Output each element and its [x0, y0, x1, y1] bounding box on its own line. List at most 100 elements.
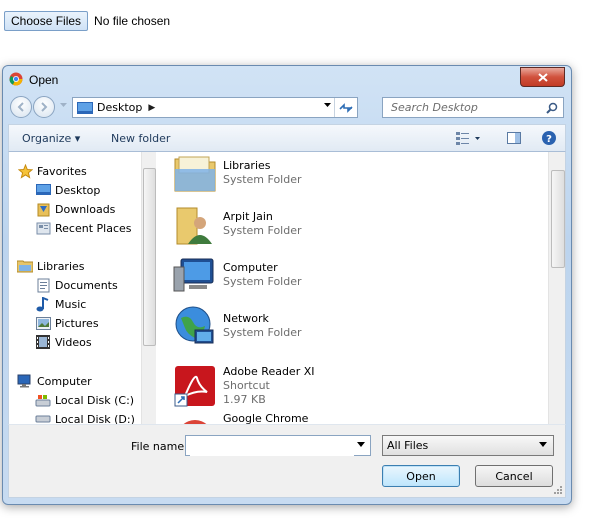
- title-bar[interactable]: Open: [3, 66, 571, 92]
- adobe-reader-icon: [173, 364, 217, 408]
- file-item-network[interactable]: Network System Folder: [173, 302, 302, 350]
- recent-places-icon: [35, 220, 51, 236]
- new-folder-button[interactable]: New folder: [111, 132, 170, 145]
- nav-label: Local Disk (D:): [55, 412, 135, 425]
- dialog-title: Open: [29, 73, 59, 87]
- network-globe-icon: [173, 304, 217, 348]
- chrome-icon: [9, 72, 23, 86]
- close-icon: [537, 72, 548, 82]
- file-item-user[interactable]: Arpit Jain System Folder: [173, 200, 302, 248]
- nav-desktop[interactable]: Desktop: [35, 181, 100, 199]
- computer-icon: [173, 253, 217, 297]
- nav-computer[interactable]: Computer: [17, 372, 92, 390]
- nav-recent-places[interactable]: Recent Places: [35, 219, 132, 237]
- cancel-button[interactable]: Cancel: [475, 465, 553, 487]
- view-options-icon[interactable]: [455, 130, 481, 146]
- search-box[interactable]: [382, 97, 564, 118]
- chevron-down-icon[interactable]: [357, 442, 365, 447]
- file-type: System Folder: [223, 275, 302, 288]
- file-list-scrollbar[interactable]: [548, 152, 565, 424]
- back-button[interactable]: [10, 96, 32, 118]
- organize-button[interactable]: Organize ▾: [22, 132, 80, 145]
- forward-button[interactable]: [33, 96, 55, 118]
- file-name-field[interactable]: [185, 435, 371, 456]
- search-input[interactable]: [389, 100, 543, 115]
- drive-d-icon: [35, 411, 51, 424]
- nav-label: Desktop: [55, 183, 101, 197]
- breadcrumb-arrow-icon[interactable]: ▶: [148, 103, 155, 113]
- resize-grip-icon[interactable]: [553, 485, 563, 495]
- nav-local-disk-c[interactable]: Local Disk (C:): [35, 391, 134, 409]
- nav-favorites[interactable]: Favorites: [17, 162, 87, 180]
- open-dialog: Open Desktop ▶ Organize ▾ New folder: [2, 65, 572, 505]
- file-name: Libraries: [223, 159, 271, 172]
- close-button[interactable]: [520, 67, 565, 87]
- open-button[interactable]: Open: [382, 465, 460, 487]
- user-folder-icon: [173, 202, 217, 246]
- nav-label: Recent Places: [55, 221, 132, 235]
- nav-label: Downloads: [55, 202, 116, 216]
- chevron-down-icon: [539, 442, 547, 447]
- help-icon[interactable]: ?: [541, 130, 557, 146]
- music-icon: [35, 296, 51, 312]
- svg-text:?: ?: [546, 134, 552, 145]
- nav-label: Videos: [55, 335, 92, 349]
- refresh-icon: [339, 102, 353, 113]
- preview-pane-icon[interactable]: [506, 130, 522, 146]
- videos-icon: [35, 334, 51, 350]
- file-item-libraries[interactable]: Libraries System Folder: [173, 152, 302, 197]
- arrow-left-icon: [17, 102, 24, 112]
- nav-documents[interactable]: Documents: [35, 276, 118, 294]
- nav-libraries[interactable]: Libraries: [17, 257, 85, 275]
- nav-local-disk-d[interactable]: Local Disk (D:): [35, 410, 135, 424]
- file-name-label: File name:: [131, 440, 188, 453]
- toolbar: Organize ▾ New folder ?: [8, 124, 566, 152]
- choose-files-button[interactable]: Choose Files: [4, 11, 89, 31]
- nav-videos[interactable]: Videos: [35, 333, 92, 351]
- address-dropdown-icon[interactable]: [324, 103, 331, 108]
- nav-downloads[interactable]: Downloads: [35, 200, 115, 218]
- nav-scroll-thumb[interactable]: [143, 168, 156, 346]
- nav-music[interactable]: Music: [35, 295, 86, 313]
- file-list-scroll-thumb[interactable]: [551, 170, 565, 268]
- downloads-icon: [35, 201, 51, 217]
- content-area: Favorites Desktop Downloads Recent Place…: [8, 152, 566, 424]
- computer-icon: [17, 373, 33, 389]
- file-type: System Folder: [223, 326, 302, 339]
- libraries-icon: [17, 258, 33, 274]
- nav-scrollbar[interactable]: [141, 152, 156, 424]
- file-name: Computer: [223, 261, 278, 274]
- refresh-button[interactable]: [334, 98, 357, 117]
- chrome-icon: [173, 412, 217, 424]
- star-icon: [17, 163, 33, 179]
- search-icon[interactable]: [546, 102, 558, 114]
- file-type: System Folder: [223, 173, 302, 186]
- recent-pages-dropdown-icon[interactable]: [60, 103, 67, 108]
- no-file-text: No file chosen: [94, 14, 171, 28]
- file-item-computer[interactable]: Computer System Folder: [173, 251, 302, 299]
- file-name: Adobe Reader XI: [223, 365, 315, 378]
- pictures-icon: [35, 315, 51, 331]
- desktop-folder-icon: [77, 101, 93, 114]
- libraries-folder-icon: [173, 152, 217, 195]
- documents-icon: [35, 277, 51, 293]
- nav-label: Favorites: [37, 164, 87, 178]
- nav-pictures[interactable]: Pictures: [35, 314, 99, 332]
- file-type: Shortcut: [223, 379, 270, 392]
- file-type: System Folder: [223, 224, 302, 237]
- file-name-input[interactable]: [190, 437, 354, 456]
- drive-c-icon: [35, 392, 51, 408]
- nav-label: Documents: [55, 278, 118, 292]
- file-type-filter-value: All Files: [387, 439, 429, 452]
- arrow-right-icon: [41, 102, 48, 112]
- navigation-pane[interactable]: Favorites Desktop Downloads Recent Place…: [9, 152, 141, 424]
- file-name: Network: [223, 312, 269, 325]
- address-bar[interactable]: Desktop ▶: [72, 97, 358, 118]
- file-list[interactable]: Libraries System Folder Arpit Jain System …: [159, 152, 549, 424]
- file-name: Google Chrome: [223, 412, 309, 424]
- file-item-adobe-reader[interactable]: Adobe Reader XI Shortcut 1.97 KB: [173, 359, 315, 413]
- address-row: Desktop ▶: [8, 94, 566, 120]
- file-type-filter[interactable]: All Files: [382, 435, 554, 456]
- file-item-google-chrome[interactable]: Google Chrome: [173, 410, 308, 424]
- nav-label: Libraries: [37, 259, 85, 273]
